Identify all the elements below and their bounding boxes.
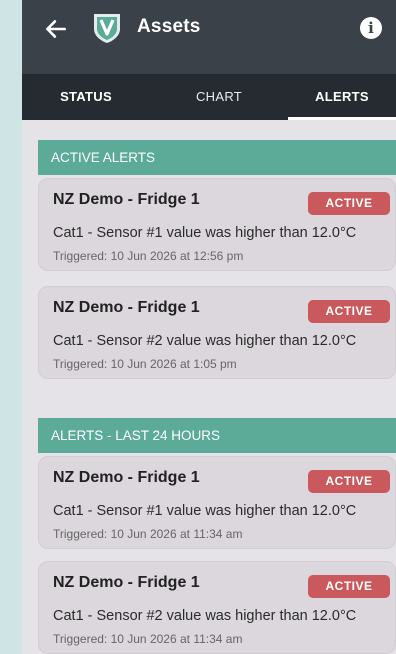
alert-device-name: NZ Demo - Fridge 1 (53, 574, 200, 591)
status-badge: ACTIVE (308, 300, 390, 323)
app-screen: Assets i STATUS CHART ALERTS ACTIVE ALER… (22, 0, 396, 654)
page-title: Assets (137, 16, 201, 37)
status-badge: ACTIVE (308, 192, 390, 215)
shield-v-logo (94, 14, 120, 43)
alert-message: Cat1 - Sensor #1 value was higher than 1… (53, 503, 357, 519)
status-badge: ACTIVE (308, 575, 390, 598)
app-bar: Assets i (22, 0, 396, 74)
alert-card[interactable]: NZ Demo - Fridge 1 ACTIVE Cat1 - Sensor … (38, 286, 396, 379)
tab-status[interactable]: STATUS (22, 74, 150, 120)
tab-alerts[interactable]: ALERTS (288, 74, 396, 120)
tab-bar: STATUS CHART ALERTS (22, 74, 396, 120)
alert-triggered-time: Triggered: 10 Jun 2026 at 12:56 pm (53, 249, 244, 263)
alert-card[interactable]: NZ Demo - Fridge 1 ACTIVE Cat1 - Sensor … (38, 561, 396, 654)
tab-chart[interactable]: CHART (150, 74, 288, 120)
alert-triggered-time: Triggered: 10 Jun 2026 at 11:34 am (53, 632, 243, 646)
alert-message: Cat1 - Sensor #2 value was higher than 1… (53, 608, 357, 624)
alert-message: Cat1 - Sensor #2 value was higher than 1… (53, 333, 357, 349)
section-header-last-24-hours: ALERTS - LAST 24 HOURS (38, 418, 396, 453)
info-icon[interactable]: i (360, 17, 382, 39)
alert-triggered-time: Triggered: 10 Jun 2026 at 11:34 am (53, 527, 243, 541)
status-badge: ACTIVE (308, 470, 390, 493)
arrow-left-icon[interactable] (43, 16, 69, 42)
alert-device-name: NZ Demo - Fridge 1 (53, 299, 200, 316)
alert-message: Cat1 - Sensor #1 value was higher than 1… (53, 225, 357, 241)
alert-card[interactable]: NZ Demo - Fridge 1 ACTIVE Cat1 - Sensor … (38, 178, 396, 271)
tab-selected-indicator (288, 117, 396, 120)
alert-card[interactable]: NZ Demo - Fridge 1 ACTIVE Cat1 - Sensor … (38, 456, 396, 549)
alert-device-name: NZ Demo - Fridge 1 (53, 469, 200, 486)
alert-device-name: NZ Demo - Fridge 1 (53, 191, 200, 208)
alert-triggered-time: Triggered: 10 Jun 2026 at 1:05 pm (53, 357, 237, 371)
section-header-active-alerts: ACTIVE ALERTS (38, 140, 396, 175)
